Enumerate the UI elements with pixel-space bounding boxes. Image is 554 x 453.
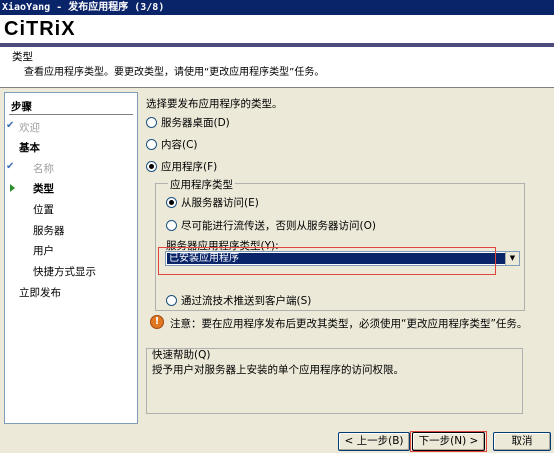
step-shortcut-display: 快捷方式显示: [33, 266, 96, 278]
radio-content[interactable]: 内容(C): [146, 137, 198, 152]
warning-text: 注意：要在应用程序发布后更改其类型，必须使用“更改应用程序类型”任务。: [170, 318, 528, 330]
page-description: 查看应用程序类型。要更改类型，请使用“更改应用程序类型”任务。: [24, 67, 325, 78]
steps-divider: [9, 114, 133, 115]
page-title: 类型: [12, 51, 33, 63]
window-title: XiaoYang - 发布应用程序 (3/8): [0, 0, 554, 15]
radio-button[interactable]: [166, 197, 177, 208]
radio-button[interactable]: [146, 117, 157, 128]
app-type-group-legend: 应用程序类型: [168, 177, 235, 192]
radio-button[interactable]: [146, 139, 157, 150]
quick-help-text: 授予用户对服务器上安装的单个应用程序的访问权限。: [152, 364, 404, 376]
radio-stream-else-server[interactable]: 尽可能进行流传送，否则从服务器访问(O): [166, 218, 376, 233]
radio-button[interactable]: [166, 220, 177, 231]
step-servers: 服务器: [33, 225, 65, 237]
radio-server-desktop[interactable]: 服务器桌面(D): [146, 115, 230, 130]
step-basic: 基本: [19, 142, 40, 154]
check-icon: ✔: [6, 161, 15, 172]
step-users: 用户: [33, 245, 54, 257]
page-header: 类型 查看应用程序类型。要更改类型，请使用“更改应用程序类型”任务。: [0, 47, 554, 88]
radio-button[interactable]: [166, 295, 177, 306]
radio-label: 从服务器访问(E): [181, 197, 259, 209]
step-publish-now: 立即发布: [19, 287, 61, 299]
step-type: 类型: [33, 183, 54, 195]
radio-label: 应用程序(F): [161, 161, 218, 173]
annotation-highlight: [410, 431, 487, 452]
radio-application[interactable]: 应用程序(F): [146, 159, 217, 174]
radio-access-from-server[interactable]: 从服务器访问(E): [166, 195, 259, 210]
radio-label: 内容(C): [161, 139, 198, 151]
radio-button[interactable]: [146, 161, 157, 172]
step-welcome: 欢迎: [19, 122, 40, 134]
step-name: 名称: [33, 163, 54, 175]
cancel-button[interactable]: 取消: [493, 432, 551, 451]
citrix-logo: CiTRiX: [4, 18, 76, 40]
type-prompt: 选择要发布应用程序的类型。: [146, 98, 283, 110]
step-location: 位置: [33, 204, 54, 216]
header: CiTRiX: [0, 15, 554, 43]
steps-heading: 步骤: [11, 101, 32, 113]
quick-help-legend: 快速帮助(Q): [152, 349, 211, 361]
current-step-arrow-icon: [10, 184, 15, 192]
radio-stream-to-client[interactable]: 通过流技术推送到客户端(S): [166, 293, 311, 308]
radio-label: 服务器桌面(D): [161, 117, 230, 129]
annotation-highlight: [158, 247, 496, 275]
radio-label: 通过流技术推送到客户端(S): [181, 295, 312, 307]
check-icon: ✔: [6, 120, 15, 131]
back-button[interactable]: < 上一步(B): [338, 432, 410, 451]
radio-label: 尽可能进行流传送，否则从服务器访问(O): [181, 220, 376, 232]
warning-icon: !: [150, 315, 164, 329]
chevron-down-icon[interactable]: ▼: [505, 252, 519, 265]
